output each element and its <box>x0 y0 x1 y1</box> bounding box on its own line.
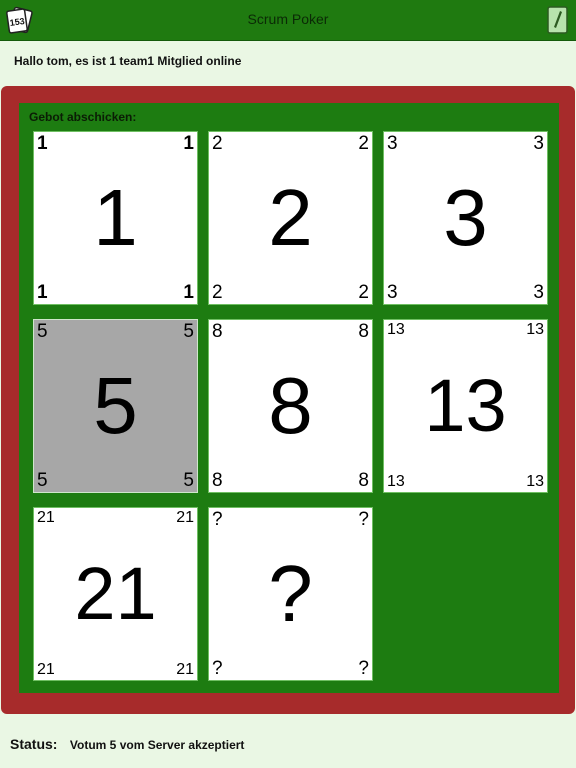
card-corner: 21 <box>176 661 194 678</box>
card-5[interactable]: 5 5 5 5 5 <box>33 319 198 493</box>
card-corner: 2 <box>212 133 223 154</box>
card-board: Gebot abschicken: 1 1 1 1 1 2 2 2 2 2 3 … <box>19 103 559 693</box>
card-value: 13 <box>424 364 507 447</box>
card-corner: 13 <box>387 473 405 490</box>
card-corner: 8 <box>358 321 369 342</box>
card-corner: 5 <box>37 321 48 342</box>
card-corner: 1 <box>183 282 194 303</box>
card-corner: 21 <box>37 509 55 526</box>
card-corner: 8 <box>358 470 369 491</box>
card-corner: 1 <box>37 133 48 154</box>
card-corner: ? <box>212 658 223 679</box>
card-corner: 13 <box>526 321 544 338</box>
card-3[interactable]: 3 3 3 3 3 <box>383 131 548 305</box>
card-corner: 2 <box>358 282 369 303</box>
card-1[interactable]: 1 1 1 1 1 <box>33 131 198 305</box>
card-corner: 5 <box>183 470 194 491</box>
title-bar: 153 Scrum Poker <box>0 0 576 41</box>
card-corner: 13 <box>526 473 544 490</box>
card-question[interactable]: ? ? ? ? ? <box>208 507 373 681</box>
app-title: Scrum Poker <box>247 11 329 27</box>
board-frame: Gebot abschicken: 1 1 1 1 1 2 2 2 2 2 3 … <box>1 86 575 714</box>
card-value: 3 <box>443 173 488 262</box>
card-corner: 8 <box>212 321 223 342</box>
status-bar: Status: Votum 5 vom Server akzeptiert <box>10 736 244 756</box>
card-value: 2 <box>268 173 313 262</box>
card-corner: 5 <box>37 470 48 491</box>
card-21[interactable]: 21 21 21 21 21 <box>33 507 198 681</box>
card-corner: ? <box>212 509 223 530</box>
card-corner: 2 <box>212 282 223 303</box>
card-corner: 1 <box>183 133 194 154</box>
menu-card-icon[interactable] <box>546 5 570 35</box>
status-text: Votum 5 vom Server akzeptiert <box>69 738 245 752</box>
board-label: Gebot abschicken: <box>29 110 137 124</box>
status-label: Status: <box>10 736 58 752</box>
card-corner: 3 <box>387 133 398 154</box>
greeting-text: Hallo tom, es ist 1 team1 Mitglied onlin… <box>14 54 242 68</box>
card-value: ? <box>268 549 313 638</box>
card-corner: 8 <box>212 470 223 491</box>
card-value: 1 <box>93 173 138 262</box>
card-corner: 13 <box>387 321 405 338</box>
card-corner: 1 <box>37 282 48 303</box>
card-corner: 3 <box>533 133 544 154</box>
card-corner: ? <box>358 658 369 679</box>
card-2[interactable]: 2 2 2 2 2 <box>208 131 373 305</box>
card-corner: 3 <box>533 282 544 303</box>
card-corner: 5 <box>183 321 194 342</box>
scrum-poker-app: 153 Scrum Poker Hallo tom, es ist 1 team… <box>0 0 576 768</box>
card-8[interactable]: 8 8 8 8 8 <box>208 319 373 493</box>
card-13[interactable]: 13 13 13 13 13 <box>383 319 548 493</box>
card-value: 8 <box>268 361 313 450</box>
card-value: 5 <box>93 361 138 450</box>
card-corner: ? <box>358 509 369 530</box>
card-value: 21 <box>74 552 157 635</box>
card-corner: 21 <box>37 661 55 678</box>
card-corner: 2 <box>358 133 369 154</box>
card-corner: 21 <box>176 509 194 526</box>
card-corner: 3 <box>387 282 398 303</box>
